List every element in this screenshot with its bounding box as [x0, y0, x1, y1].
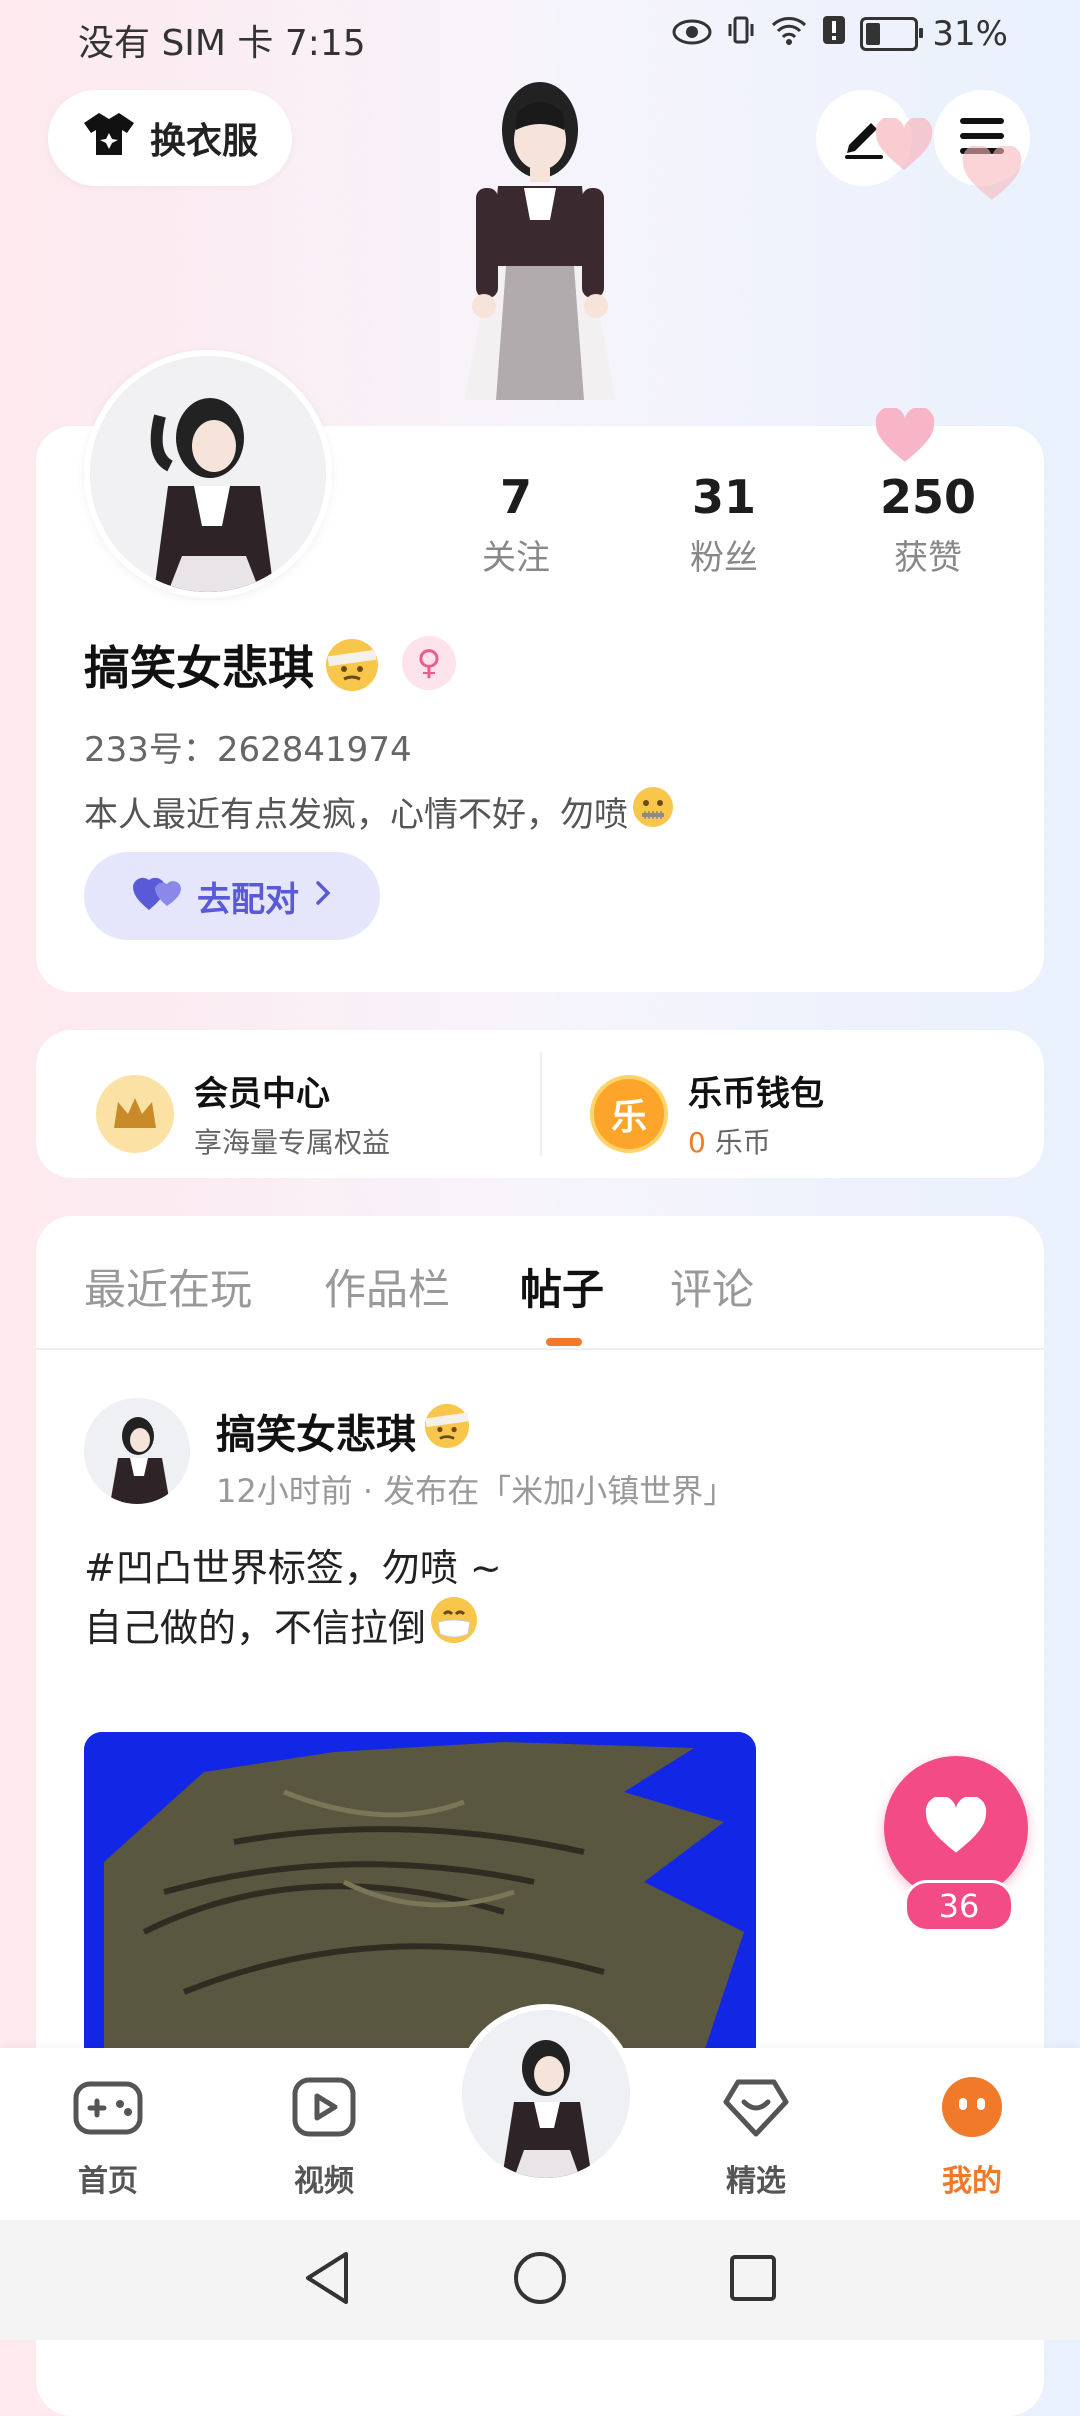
heart-decoration-icon	[874, 406, 936, 468]
nav-video[interactable]: 视频	[254, 2076, 394, 2200]
profile-avatar[interactable]	[84, 350, 332, 598]
floating-heart-icon	[874, 116, 934, 176]
video-icon	[291, 2076, 357, 2146]
post-author-name: 搞笑女悲琪	[216, 1412, 416, 1458]
status-icons: 31%	[672, 14, 1008, 54]
post-text-line2: 自己做的，不信拉倒	[84, 1605, 427, 1650]
floating-heart-icon	[960, 144, 1024, 206]
profile-bio: 本人最近有点发疯，心情不好，勿喷	[84, 786, 674, 837]
nav-featured[interactable]: 精选	[686, 2076, 826, 2200]
shirt-icon	[82, 111, 136, 166]
chevron-right-icon	[313, 876, 333, 916]
vibrate-icon	[726, 14, 756, 54]
system-nav-bar	[0, 2220, 1080, 2340]
stat-following[interactable]: 7 关注	[416, 470, 616, 579]
wallet-title: 乐币钱包	[688, 1074, 824, 1114]
change-outfit-button[interactable]: 换衣服	[48, 90, 292, 186]
nav-home[interactable]: 首页	[38, 2076, 178, 2200]
stat-fans[interactable]: 31 粉丝	[624, 470, 824, 579]
coin-icon: 乐	[590, 1074, 668, 1153]
eye-icon	[672, 14, 712, 54]
tab-comments[interactable]: 评论	[670, 1256, 754, 1317]
user-id[interactable]: 233号：262841974	[84, 722, 412, 771]
post-text: #凹凸世界标签，勿喷 ~ 自己做的，不信拉倒	[84, 1540, 502, 1659]
back-icon[interactable]	[302, 2250, 352, 2310]
wallet-amount: 0	[688, 1126, 706, 1159]
profile-name-text: 搞笑女悲琪	[84, 641, 314, 695]
post-text-line2-wrap: 自己做的，不信拉倒	[84, 1596, 502, 1659]
status-time: 没有 SIM 卡 7:15	[78, 23, 366, 64]
coin-wallet[interactable]: 乐 乐币钱包 0 乐币	[590, 1066, 824, 1161]
nav-me[interactable]: 我的	[902, 2076, 1042, 2200]
status-bar: 没有 SIM 卡 7:15 31%	[0, 0, 1080, 72]
profile-bio-text: 本人最近有点发疯，心情不好，勿喷	[84, 795, 628, 835]
stat-following-count: 7	[499, 470, 532, 524]
vip-subtitle: 享海量专属权益	[194, 1126, 391, 1159]
nav-me-label: 我的	[942, 2164, 1002, 2199]
nav-avatar[interactable]	[456, 2004, 636, 2184]
wallet-balance: 0 乐币	[688, 1121, 824, 1161]
stat-fans-label: 粉丝	[690, 538, 758, 578]
tab-divider	[36, 1348, 1044, 1350]
home-circle-icon[interactable]	[512, 2250, 568, 2310]
bandaged-face-emoji-icon	[424, 1403, 470, 1459]
vip-title: 会员中心	[194, 1074, 330, 1114]
post-image[interactable]	[84, 1732, 756, 2052]
recents-square-icon[interactable]	[728, 2253, 778, 2307]
post-text-line1: #凹凸世界标签，勿喷 ~	[84, 1546, 502, 1590]
tab-works[interactable]: 作品栏	[324, 1256, 450, 1317]
stat-following-label: 关注	[482, 538, 550, 578]
match-label: 去配对	[197, 879, 299, 920]
gamepad-icon	[72, 2076, 144, 2146]
wifi-icon	[770, 14, 808, 54]
heart-gem-icon	[720, 2076, 792, 2146]
like-button[interactable]	[884, 1756, 1028, 1900]
tab-recently-played[interactable]: 最近在玩	[84, 1256, 252, 1317]
gender-female-icon: ♀	[402, 636, 456, 690]
like-count: 36	[904, 1880, 1014, 1932]
wallet-unit: 乐币	[714, 1126, 771, 1159]
tab-active-indicator	[546, 1338, 582, 1346]
stat-fans-count: 31	[691, 470, 756, 524]
battery-icon	[860, 17, 924, 51]
vip-center[interactable]: 会员中心 享海量专属权益	[96, 1066, 390, 1161]
crown-icon	[96, 1074, 174, 1153]
heart-icon	[924, 1795, 988, 1859]
profile-name: 搞笑女悲琪	[84, 632, 378, 698]
avatar-figure[interactable]	[420, 70, 660, 430]
change-outfit-label: 换衣服	[149, 121, 258, 162]
stat-likes-count: 250	[879, 470, 977, 524]
battery-percent: 31%	[932, 14, 1008, 54]
stat-likes-label: 获赞	[894, 538, 962, 578]
post-meta[interactable]: 12小时前 · 发布在「米加小镇世界」	[216, 1466, 735, 1512]
stat-likes[interactable]: 250 获赞	[828, 470, 1028, 579]
mask-face-emoji-icon	[430, 1596, 478, 1659]
me-icon	[939, 2076, 1005, 2146]
nav-featured-label: 精选	[726, 2164, 786, 2199]
zipper-mouth-emoji-icon	[632, 786, 674, 837]
post-author-avatar[interactable]	[84, 1398, 190, 1504]
member-divider	[540, 1052, 542, 1156]
nav-video-label: 视频	[294, 2164, 354, 2199]
match-button[interactable]: 去配对	[84, 852, 380, 940]
nav-home-label: 首页	[78, 2164, 138, 2199]
bandaged-face-emoji-icon	[326, 639, 378, 691]
tab-posts[interactable]: 帖子	[520, 1256, 604, 1317]
post-author[interactable]: 搞笑女悲琪	[216, 1402, 470, 1460]
hearts-icon	[131, 872, 183, 921]
alert-icon	[822, 14, 846, 54]
